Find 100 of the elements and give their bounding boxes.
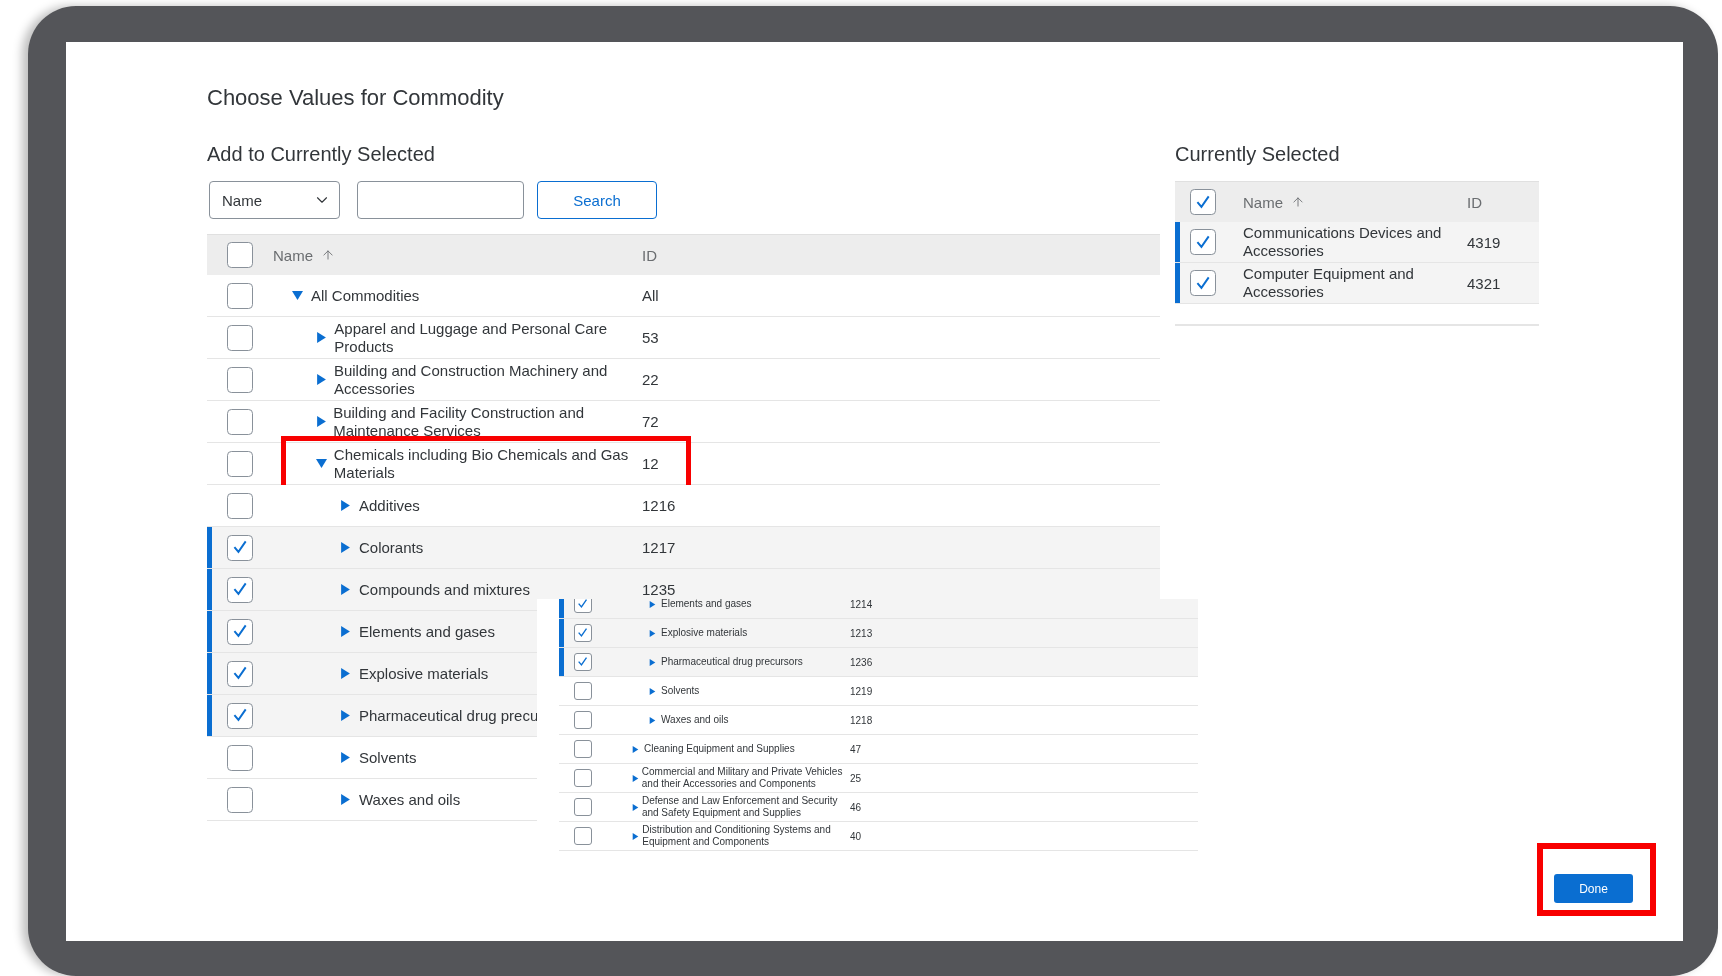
commodity-id: 4321 — [1467, 274, 1502, 292]
dialog-title: Choose Values for Commodity — [207, 84, 505, 112]
commodity-id: 1217 — [642, 539, 677, 556]
expand-icon[interactable] — [316, 416, 327, 427]
checkbox[interactable] — [574, 624, 592, 642]
commodity-name: Solvents — [359, 748, 417, 767]
commodity-name: Waxes and oils — [359, 790, 461, 809]
expand-icon[interactable] — [632, 745, 639, 753]
commodity-id: 1236 — [850, 656, 874, 668]
collapse-icon[interactable] — [292, 290, 303, 301]
commodity-name: Chemicals including Bio Chemicals and Gas Materials — [333, 445, 630, 482]
check-icon — [231, 665, 249, 682]
checkbox[interactable] — [227, 534, 253, 561]
check-icon — [231, 539, 249, 556]
expand-icon[interactable] — [340, 542, 351, 553]
commodity-id: 1213 — [850, 627, 874, 639]
expand-icon[interactable] — [340, 794, 351, 805]
check-icon — [577, 599, 589, 610]
expand-icon[interactable] — [649, 629, 656, 637]
commodity-name: Commercial and Military and Private Vehicles and their Accessories and Components — [641, 765, 844, 791]
commodity-name: Elements and gases — [661, 599, 752, 611]
checkbox[interactable] — [227, 786, 253, 813]
expand-icon[interactable] — [649, 716, 656, 724]
commodity-id: 25 — [850, 772, 863, 784]
commodity-name: Pharmaceutical drug precu — [359, 706, 539, 725]
check-icon — [1194, 274, 1212, 292]
commodity-name: Solvents — [661, 684, 700, 698]
expand-icon[interactable] — [649, 687, 656, 695]
commodity-id: 1216 — [642, 497, 677, 514]
commodity-id: 1218 — [850, 714, 874, 726]
collapse-icon[interactable] — [316, 458, 327, 469]
check-icon — [231, 623, 249, 640]
sort-ascending-icon[interactable] — [321, 248, 335, 262]
checkbox[interactable] — [1190, 229, 1216, 255]
commodity-id: 1235 — [642, 581, 677, 598]
commodity-name: Compounds and mixtures — [359, 580, 530, 599]
checkbox[interactable] — [227, 576, 253, 603]
commodity-name: Defense and Law Enforcement and Security and Safety Equipment and Supplies — [641, 794, 839, 820]
section-heading: Currently Selected — [1175, 142, 1341, 166]
commodity-name: Colorants — [359, 538, 424, 557]
commodity-name: Cleaning Equipment and Supplies — [644, 742, 795, 756]
checkbox[interactable] — [574, 827, 592, 845]
expand-icon[interactable] — [340, 668, 351, 679]
search-field[interactable] — [357, 181, 524, 219]
check-icon — [577, 656, 589, 668]
expand-icon[interactable] — [649, 658, 656, 666]
checkbox[interactable] — [574, 682, 592, 700]
sort-ascending-icon[interactable] — [1291, 195, 1305, 209]
column-header[interactable]: Name — [1243, 193, 1283, 211]
commodity-name: Communications Devices and Accessories — [1243, 224, 1443, 260]
expand-icon[interactable] — [632, 774, 639, 782]
search-button[interactable]: Search — [537, 181, 657, 219]
expand-icon[interactable] — [632, 803, 639, 811]
commodity-id: 53 — [642, 329, 660, 346]
commodity-id: 47 — [850, 743, 863, 755]
commodity-name: Building and Facility Construction and Maintenance Services — [333, 403, 586, 440]
expand-icon[interactable] — [632, 832, 639, 840]
commodity-name: All Commodities — [311, 286, 420, 305]
checkbox[interactable] — [227, 366, 253, 393]
commodity-name: Elements and gases — [359, 622, 495, 641]
checkbox[interactable] — [227, 408, 253, 435]
commodity-name: Explosive materials — [359, 664, 489, 683]
expand-icon[interactable] — [340, 710, 351, 721]
section-heading: Add to Currently Selected — [207, 142, 436, 166]
checkbox[interactable] — [574, 599, 592, 613]
checkbox[interactable] — [574, 798, 592, 816]
commodity-name: Additives — [359, 496, 420, 515]
done-button[interactable]: Done — [1554, 874, 1633, 903]
checkbox[interactable] — [1190, 270, 1216, 296]
column-header[interactable]: Name — [273, 246, 313, 264]
checkbox[interactable] — [227, 324, 253, 351]
expand-icon[interactable] — [340, 584, 351, 595]
checkbox[interactable] — [227, 660, 253, 687]
checkbox[interactable] — [574, 740, 592, 758]
check-icon — [577, 627, 589, 639]
checkbox[interactable] — [574, 653, 592, 671]
commodity-name: Apparel and Luggage and Personal Care Products — [334, 319, 609, 356]
checkbox[interactable] — [574, 711, 592, 729]
checkbox[interactable] — [574, 769, 592, 787]
checkbox[interactable] — [227, 744, 253, 771]
checkbox[interactable] — [1190, 189, 1216, 215]
expand-icon[interactable] — [649, 600, 656, 608]
check-icon — [1194, 233, 1212, 251]
expand-icon[interactable] — [340, 500, 351, 511]
commodity-id: 72 — [642, 413, 660, 430]
expand-icon[interactable] — [316, 332, 327, 343]
column-header[interactable]: ID — [1467, 193, 1539, 211]
filter-dropdown[interactable]: Name — [209, 181, 340, 219]
expand-icon[interactable] — [316, 374, 327, 385]
checkbox[interactable] — [227, 702, 253, 729]
checkbox[interactable] — [227, 450, 253, 477]
expand-icon[interactable] — [340, 626, 351, 637]
checkbox[interactable] — [227, 618, 253, 645]
commodity-name: Pharmaceutical drug precursors — [661, 655, 803, 669]
checkbox[interactable] — [227, 282, 253, 309]
checkbox[interactable] — [227, 242, 253, 268]
commodity-name: Waxes and oils — [661, 713, 729, 727]
expand-icon[interactable] — [340, 752, 351, 763]
checkbox[interactable] — [227, 492, 253, 519]
column-header[interactable]: ID — [642, 246, 1160, 264]
